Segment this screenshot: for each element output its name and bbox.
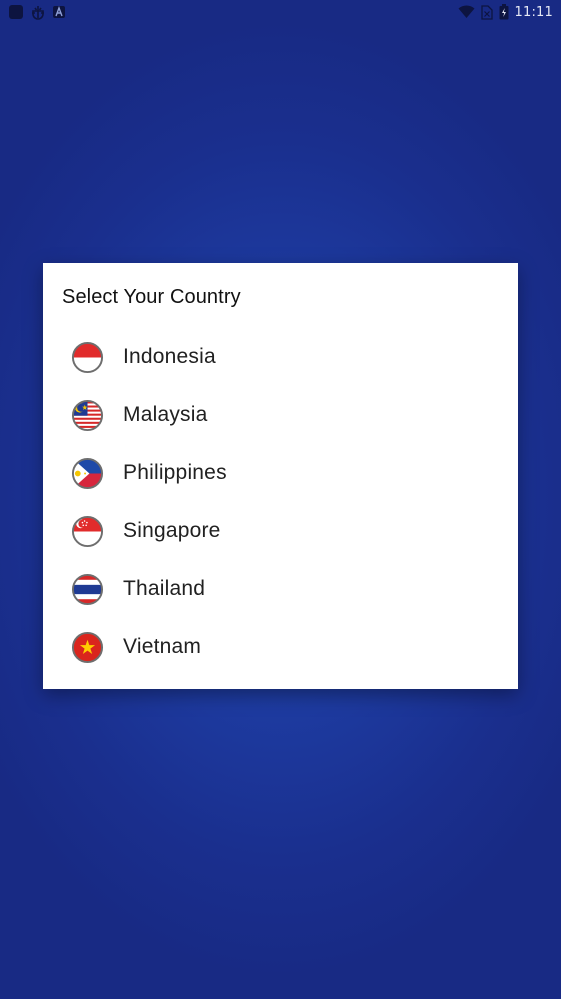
country-name: Indonesia bbox=[123, 345, 216, 368]
country-item-philippines[interactable]: Philippines bbox=[43, 444, 518, 502]
country-list: Indonesia Malaysia Philippines Singapore… bbox=[43, 328, 518, 676]
country-item-vietnam[interactable]: Vietnam bbox=[43, 618, 518, 676]
country-name: Vietnam bbox=[123, 635, 202, 658]
vietnam-flag-icon bbox=[71, 631, 104, 664]
country-item-singapore[interactable]: Singapore bbox=[43, 502, 518, 560]
malaysia-flag-icon bbox=[71, 399, 104, 432]
dialog-title: Select Your Country bbox=[62, 286, 241, 308]
country-item-indonesia[interactable]: Indonesia bbox=[43, 328, 518, 386]
bug-icon bbox=[30, 4, 46, 20]
status-left bbox=[8, 4, 66, 20]
country-name: Malaysia bbox=[123, 403, 208, 426]
font-icon bbox=[52, 5, 66, 19]
country-select-dialog: Select Your Country Indonesia Malaysia P… bbox=[43, 263, 518, 689]
clock: 11:11 bbox=[514, 4, 553, 20]
battery-icon bbox=[499, 4, 509, 20]
country-item-malaysia[interactable]: Malaysia bbox=[43, 386, 518, 444]
wifi-icon bbox=[458, 5, 475, 19]
singapore-flag-icon bbox=[71, 515, 104, 548]
indonesia-flag-icon bbox=[71, 341, 104, 374]
country-name: Singapore bbox=[123, 519, 221, 542]
country-name: Philippines bbox=[123, 461, 227, 484]
country-item-thailand[interactable]: Thailand bbox=[43, 560, 518, 618]
sim-icon bbox=[480, 4, 493, 20]
philippines-flag-icon bbox=[71, 457, 104, 490]
thailand-flag-icon bbox=[71, 573, 104, 606]
app-icon bbox=[8, 4, 24, 20]
status-bar: 11:11 bbox=[0, 0, 561, 24]
country-name: Thailand bbox=[123, 577, 206, 600]
status-right: 11:11 bbox=[458, 4, 553, 20]
